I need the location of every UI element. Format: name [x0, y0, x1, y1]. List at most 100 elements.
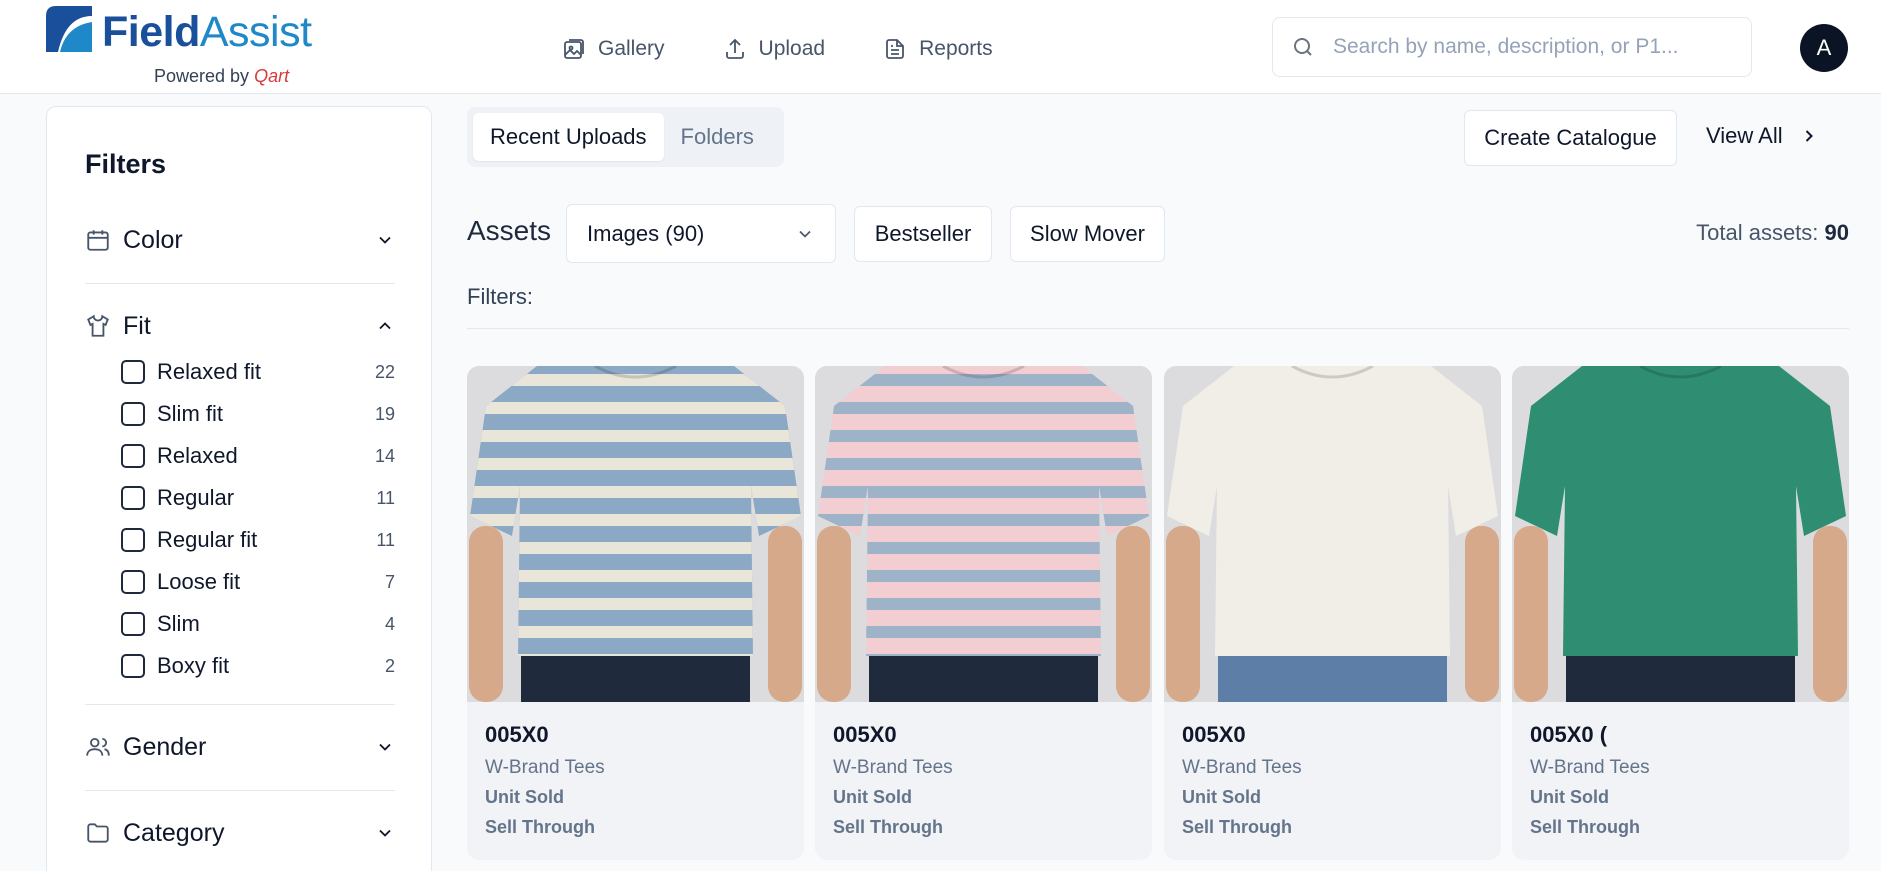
filter-section-gender[interactable]: Gender [85, 727, 395, 767]
stripe [470, 430, 801, 442]
filter-section-color[interactable]: Color [85, 220, 395, 260]
asset-unit-sold: Unit Sold [1182, 787, 1261, 807]
divider [85, 704, 395, 705]
slow-mover-button[interactable]: Slow Mover [1010, 206, 1165, 262]
view-tabs: Recent Uploads Folders [467, 107, 784, 167]
asset-unit-sold: Unit Sold [485, 787, 564, 807]
asset-card[interactable]: 005X0 ( W-Brand Tees Unit Sold Sell Thro… [1512, 366, 1849, 860]
asset-thumbnail[interactable] [1512, 366, 1849, 702]
option-label: Regular fit [157, 527, 258, 552]
user-avatar[interactable]: A [1800, 24, 1848, 72]
checkbox[interactable] [121, 654, 145, 678]
asset-brand: W-Brand Tees [833, 757, 953, 778]
tshirt-photo [1512, 366, 1849, 702]
stripe [470, 458, 801, 470]
chevron-down-icon [379, 236, 391, 244]
stripe [470, 402, 801, 414]
asset-thumbnail[interactable] [1164, 366, 1501, 702]
logo-text: FieldAssist [102, 8, 312, 56]
filter-section-label: Fit [123, 311, 151, 340]
logo-mark-icon [46, 6, 92, 52]
stripe [818, 430, 1149, 442]
nav-upload-label: Upload [758, 37, 826, 60]
view-all-link[interactable]: View All [1706, 108, 1819, 164]
filter-section-category[interactable]: Category [85, 813, 395, 853]
option-count: 19 [374, 403, 395, 424]
divider [85, 283, 395, 284]
option-label: Relaxed fit [157, 359, 261, 384]
checkbox[interactable] [121, 612, 145, 636]
filter-section-label: Gender [123, 732, 207, 761]
filters-sidebar: Filters Color Fit Relaxed fit 22 Slim fit… [46, 106, 432, 871]
tab-recent-uploads[interactable]: Recent Uploads [473, 113, 664, 161]
stripe [818, 486, 1149, 498]
asset-brand: W-Brand Tees [485, 757, 605, 778]
checkbox[interactable] [121, 360, 145, 384]
search-icon [1294, 38, 1312, 56]
asset-thumbnail[interactable] [815, 366, 1152, 702]
chevron-down-icon [799, 230, 811, 238]
option-count: 2 [384, 655, 395, 676]
checkbox[interactable] [121, 444, 145, 468]
asset-title: 005X0 ( [1530, 722, 1608, 747]
filter-section-label: Color [123, 225, 183, 254]
fit-option-slim[interactable]: Slim 4 [121, 609, 395, 639]
total-assets: Total assets: 90 [1696, 220, 1849, 246]
filters-title: Filters [85, 149, 167, 179]
fit-option-relaxed-fit[interactable]: Relaxed fit 22 [121, 357, 395, 387]
fit-option-regular-fit[interactable]: Regular fit 11 [121, 525, 395, 555]
search-input[interactable] [1333, 35, 1733, 59]
fit-option-loose-fit[interactable]: Loose fit 7 [121, 567, 395, 597]
nav-gallery[interactable]: Gallery [562, 28, 665, 70]
checkbox[interactable] [121, 528, 145, 552]
option-label: Slim [157, 611, 200, 636]
reports-icon [886, 39, 904, 59]
asset-card[interactable]: 005X0 W-Brand Tees Unit Sold Sell Throug… [1164, 366, 1501, 860]
total-assets-value: 90 [1824, 220, 1849, 245]
stripe [818, 458, 1149, 470]
asset-type-select[interactable]: Images (90) [566, 204, 836, 263]
checkbox[interactable] [121, 486, 145, 510]
stripe [818, 402, 1149, 414]
chevron-right-icon [1805, 130, 1813, 142]
left-arm [1166, 526, 1200, 702]
fit-option-boxy-fit[interactable]: Boxy fit 2 [121, 651, 395, 681]
filter-section-fit[interactable]: Fit [85, 306, 395, 346]
tshirt-photo [1164, 366, 1501, 702]
checkbox[interactable] [121, 570, 145, 594]
asset-card[interactable]: 005X0 W-Brand Tees Unit Sold Sell Throug… [467, 366, 804, 860]
asset-title: 005X0 [833, 722, 897, 747]
fit-option-regular[interactable]: Regular 11 [121, 483, 395, 513]
option-count: 11 [376, 487, 395, 508]
asset-type-selected: Images (90) [587, 220, 705, 246]
chevron-up-icon [379, 322, 391, 330]
shirt-icon [87, 314, 109, 337]
active-filters-label: Filters: [467, 284, 533, 309]
filter-section-label: Category [123, 818, 225, 847]
asset-sell-through: Sell Through [1182, 817, 1292, 837]
asset-card[interactable]: 005X0 W-Brand Tees Unit Sold Sell Throug… [815, 366, 1152, 860]
asset-sell-through: Sell Through [833, 817, 943, 837]
option-count: 22 [374, 361, 395, 382]
fit-option-slim-fit[interactable]: Slim fit 19 [121, 399, 395, 429]
asset-thumbnail[interactable] [467, 366, 804, 702]
create-catalogue-button[interactable]: Create Catalogue [1464, 110, 1677, 166]
option-label: Slim fit [157, 401, 223, 426]
asset-title: 005X0 [485, 722, 549, 747]
asset-brand: W-Brand Tees [1182, 757, 1302, 778]
option-count: 11 [376, 529, 395, 550]
tab-folders[interactable]: Folders [664, 113, 771, 161]
checkbox[interactable] [121, 402, 145, 426]
search-box [1272, 17, 1752, 77]
left-arm [817, 526, 851, 702]
bestseller-button[interactable]: Bestseller [854, 206, 992, 262]
view-all-label: View All [1706, 123, 1783, 148]
nav-upload[interactable]: Upload [723, 28, 826, 70]
left-arm [1514, 526, 1548, 702]
gallery-icon [564, 39, 584, 59]
option-label: Boxy fit [157, 653, 230, 678]
fieldassist-logo[interactable]: FieldAssist Powered by Qart [46, 4, 316, 88]
asset-unit-sold: Unit Sold [833, 787, 912, 807]
fit-option-relaxed[interactable]: Relaxed 14 [121, 441, 395, 471]
nav-reports[interactable]: Reports [883, 28, 993, 70]
